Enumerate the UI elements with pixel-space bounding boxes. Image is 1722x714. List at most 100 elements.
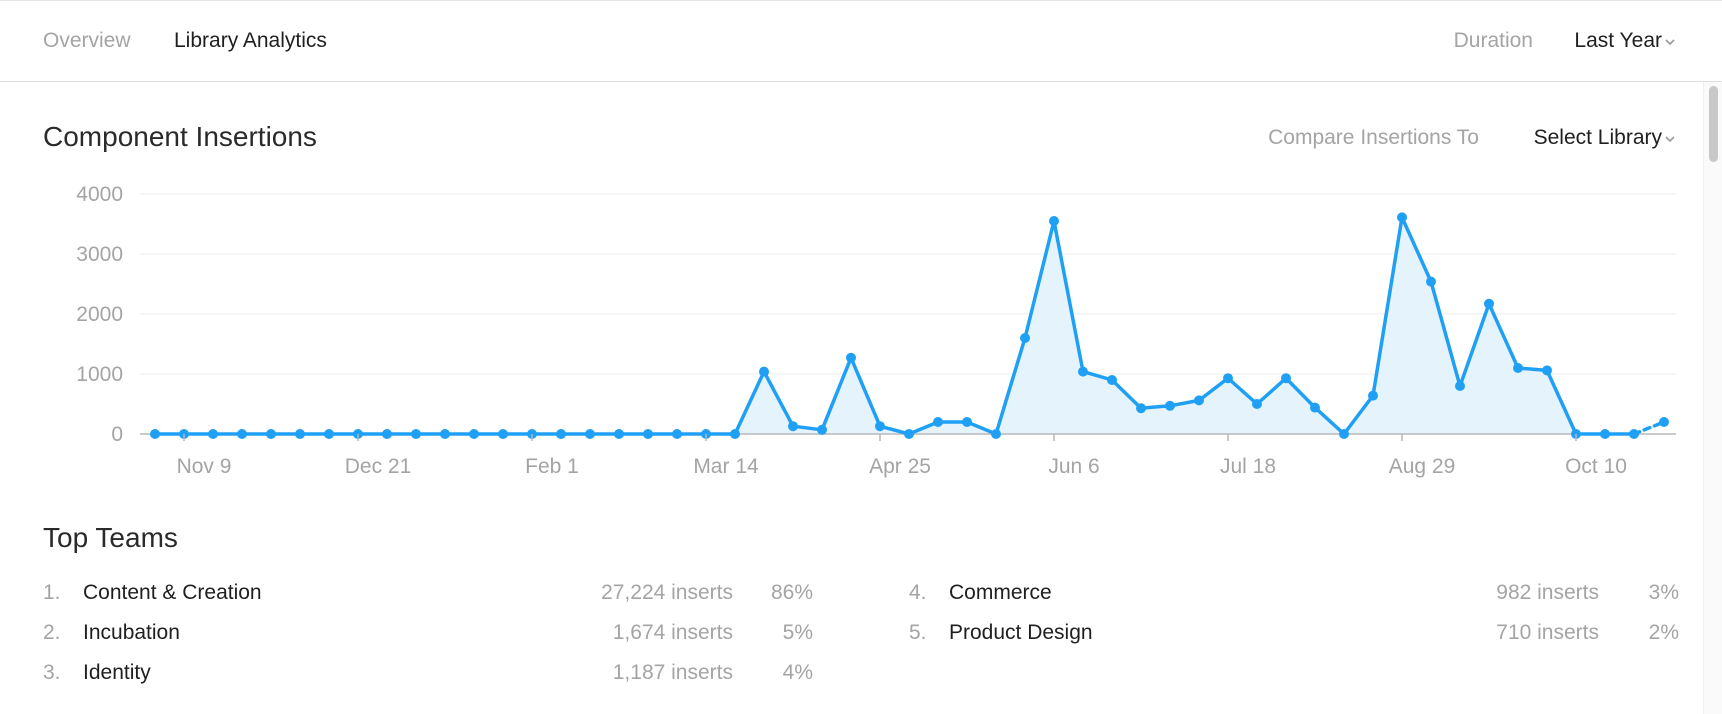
tab-overview[interactable]: Overview [43, 29, 131, 53]
team-inserts: 982 inserts [1496, 581, 1599, 604]
scrollbar-thumb[interactable] [1709, 86, 1718, 162]
insertions-chart: 0 1000 2000 3000 4000 Nov 9 Dec 21 Feb 1 Mar 14 A… [76, 183, 1676, 478]
data-point [1165, 400, 1175, 411]
data-point [1484, 298, 1494, 309]
team-percentage: 2% [1648, 621, 1679, 644]
data-point [1600, 429, 1610, 439]
team-row: 4. Commerce 982 inserts 3% [909, 581, 1679, 611]
tab-library-analytics[interactable]: Library Analytics [174, 29, 327, 53]
x-tick-label: Feb 1 [525, 455, 579, 478]
data-point [1223, 373, 1233, 384]
data-point [1397, 212, 1407, 223]
top-nav-bar: Overview Library Analytics Duration Last… [0, 0, 1722, 82]
x-tick-label: Aug 29 [1389, 455, 1456, 478]
compare-insertions-label: Compare Insertions To [1268, 126, 1479, 149]
data-point [962, 417, 972, 427]
y-tick-label: 1000 [76, 363, 123, 386]
data-point [1020, 333, 1030, 343]
x-tick-label: Nov 9 [177, 455, 232, 478]
data-point [411, 429, 421, 439]
chevron-down-icon[interactable] [1664, 133, 1676, 145]
scrollbar-track[interactable] [1703, 82, 1722, 714]
data-point [1629, 429, 1639, 439]
team-inserts: 27,224 inserts [601, 581, 733, 604]
section-title-top-teams: Top Teams [43, 522, 178, 553]
data-point [1049, 216, 1059, 226]
data-point [904, 429, 914, 439]
data-point [933, 417, 943, 427]
team-rank: 2. [43, 621, 61, 644]
data-point [150, 429, 160, 439]
team-name: Incubation [83, 621, 180, 644]
section-title-component-insertions: Component Insertions [43, 121, 317, 152]
team-name: Commerce [949, 581, 1052, 604]
data-point [817, 424, 827, 435]
duration-label: Duration [1453, 29, 1533, 52]
data-point [1455, 381, 1465, 391]
x-tick-label: Apr 25 [869, 455, 931, 478]
team-rank: 3. [43, 661, 61, 684]
data-point-partial [1659, 417, 1669, 427]
data-point [1542, 365, 1552, 376]
team-name: Identity [83, 661, 151, 684]
data-point [1513, 363, 1523, 373]
data-point [324, 429, 334, 439]
data-point [1136, 403, 1146, 414]
data-point [1310, 402, 1320, 413]
select-library-dropdown[interactable]: Select Library [1534, 126, 1662, 150]
data-point [498, 429, 508, 439]
data-point [1339, 429, 1349, 439]
team-percentage: 86% [770, 581, 813, 604]
x-tick-label: Dec 21 [345, 455, 412, 478]
data-point [382, 429, 392, 439]
duration-dropdown[interactable]: Last Year [1574, 29, 1662, 53]
data-point [1194, 395, 1204, 406]
y-tick-label: 0 [111, 423, 123, 446]
data-point [1252, 399, 1262, 409]
data-point [788, 421, 798, 432]
data-point [556, 429, 566, 439]
data-point [875, 421, 885, 432]
team-rank: 5. [909, 621, 927, 644]
team-row: 3. Identity 1,187 inserts 4% [43, 661, 813, 691]
team-rank: 4. [909, 581, 927, 604]
team-percentage: 5% [782, 621, 813, 644]
data-point [585, 429, 595, 439]
chevron-down-icon[interactable] [1664, 36, 1676, 48]
team-inserts: 710 inserts [1496, 621, 1599, 644]
team-rank: 1. [43, 581, 61, 604]
team-row: 1. Content & Creation 27,224 inserts 86% [43, 581, 813, 611]
team-row: 2. Incubation 1,674 inserts 5% [43, 621, 813, 651]
data-point [1107, 375, 1117, 385]
area-fill [155, 217, 1634, 434]
data-point [1078, 366, 1088, 377]
team-inserts: 1,674 inserts [612, 621, 733, 644]
data-point [643, 429, 653, 439]
data-point [295, 429, 305, 439]
data-point [237, 429, 247, 439]
data-point [266, 429, 276, 439]
team-name: Product Design [949, 621, 1093, 644]
data-point [614, 429, 624, 439]
y-tick-label: 3000 [76, 243, 123, 266]
data-point [440, 429, 450, 439]
data-point [759, 366, 769, 377]
data-point [846, 352, 856, 363]
x-tick-label: Jun 6 [1048, 455, 1099, 478]
x-tick-label: Mar 14 [693, 455, 759, 478]
data-point [991, 429, 1001, 439]
team-row: 5. Product Design 710 inserts 2% [909, 621, 1679, 651]
x-tick-label: Oct 10 [1565, 455, 1627, 478]
y-tick-label: 4000 [76, 183, 123, 206]
team-percentage: 4% [782, 661, 813, 684]
team-inserts: 1,187 inserts [612, 661, 733, 684]
team-percentage: 3% [1648, 581, 1679, 604]
data-point [672, 429, 682, 439]
data-point [730, 429, 740, 439]
x-tick-label: Jul 18 [1220, 455, 1276, 478]
team-name: Content & Creation [83, 581, 262, 604]
data-point [1368, 390, 1378, 401]
data-point [1426, 276, 1436, 287]
y-tick-label: 2000 [76, 303, 123, 326]
data-point [1281, 373, 1291, 384]
